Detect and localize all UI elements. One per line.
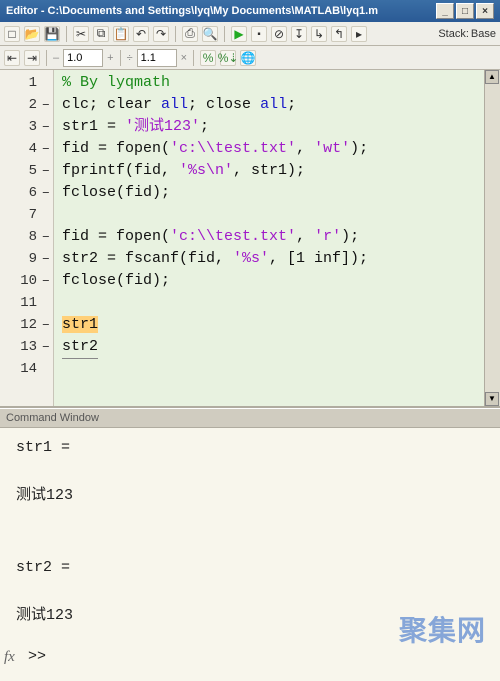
- code-line: str2 = fscanf(fid, '%s', [1 inf]);: [62, 248, 476, 270]
- close-icon[interactable]: ×: [476, 3, 494, 19]
- title-bar: Editor - C:\Documents and Settings\lyq\M…: [0, 0, 500, 22]
- line-number[interactable]: 13: [0, 336, 53, 358]
- run-icon[interactable]: ▶: [231, 26, 247, 42]
- output-line: [16, 508, 484, 532]
- code-line: clc; clear all; close all;: [62, 94, 476, 116]
- step-in-icon[interactable]: ↳: [311, 26, 327, 42]
- line-number[interactable]: 4: [0, 138, 53, 160]
- separator: [66, 26, 67, 42]
- highlighted-token: str1: [62, 316, 98, 333]
- separator: [46, 50, 47, 66]
- line-number[interactable]: 2: [0, 94, 53, 116]
- decrement-icon[interactable]: –: [53, 52, 59, 64]
- command-window-title: Command Window: [0, 408, 500, 428]
- breakpoint-clear-icon[interactable]: ⊘: [271, 26, 287, 42]
- line-number[interactable]: 10: [0, 270, 53, 292]
- copy-icon[interactable]: ⧉: [93, 26, 109, 42]
- print-icon[interactable]: ⎙: [182, 26, 198, 42]
- output-line: [16, 532, 484, 556]
- increment-field-2[interactable]: [137, 49, 177, 67]
- indent-right-icon[interactable]: ⇥: [24, 50, 40, 66]
- separator: [120, 50, 121, 66]
- stack-selector[interactable]: Stack: Base: [438, 28, 496, 40]
- line-number-gutter: 1 2 3 4 5 6 7 8 9 10 11 12 13 14: [0, 70, 54, 406]
- code-line: str1 = '测试123';: [62, 116, 476, 138]
- command-window[interactable]: str1 = 测试123 str2 = 测试123 聚集网 fx >>: [0, 428, 500, 681]
- new-file-icon[interactable]: □: [4, 26, 20, 42]
- prompt-symbol: >>: [28, 645, 46, 669]
- multiply-icon[interactable]: ×: [181, 52, 187, 64]
- output-line: 测试123: [16, 604, 484, 628]
- line-number[interactable]: 9: [0, 248, 53, 270]
- stack-label: Stack:: [438, 28, 469, 40]
- divide-icon[interactable]: ÷: [127, 52, 133, 64]
- output-line: 测试123: [16, 484, 484, 508]
- line-number[interactable]: 11: [0, 292, 53, 314]
- code-line: [62, 204, 476, 226]
- continue-icon[interactable]: ▸: [351, 26, 367, 42]
- increment-field-1[interactable]: [63, 49, 103, 67]
- separator: [175, 26, 176, 42]
- window-controls: _ □ ×: [436, 3, 494, 19]
- stack-value: Base: [471, 28, 496, 40]
- code-line: fid = fopen('c:\\test.txt', 'wt');: [62, 138, 476, 160]
- paste-icon[interactable]: 📋: [113, 26, 129, 42]
- scroll-down-icon[interactable]: ▼: [485, 392, 499, 406]
- code-line: [62, 292, 476, 314]
- code-line: fid = fopen('c:\\test.txt', 'r');: [62, 226, 476, 248]
- line-number[interactable]: 3: [0, 116, 53, 138]
- separator: [224, 26, 225, 42]
- minimize-icon[interactable]: _: [436, 3, 454, 19]
- step-icon[interactable]: ↧: [291, 26, 307, 42]
- step-out-icon[interactable]: ↰: [331, 26, 347, 42]
- code-line: fclose(fid);: [62, 182, 476, 204]
- eval-advance-icon[interactable]: %⇣: [220, 50, 236, 66]
- separator: [193, 50, 194, 66]
- line-number[interactable]: 1: [0, 72, 53, 94]
- vertical-scrollbar[interactable]: ▲ ▼: [484, 70, 500, 406]
- window-title: Editor - C:\Documents and Settings\lyq\M…: [6, 5, 378, 17]
- editor-pane: 1 2 3 4 5 6 7 8 9 10 11 12 13 14 % By ly…: [0, 70, 500, 408]
- prompt-row[interactable]: fx >>: [4, 645, 492, 669]
- save-file-icon[interactable]: 💾: [44, 26, 60, 42]
- output-line: str1 =: [16, 436, 484, 460]
- open-file-icon[interactable]: 📂: [24, 26, 40, 42]
- code-area[interactable]: % By lyqmath clc; clear all; close all; …: [54, 70, 484, 406]
- increment-icon[interactable]: +: [107, 52, 113, 64]
- undo-icon[interactable]: ↶: [133, 26, 149, 42]
- cut-icon[interactable]: ✂: [73, 26, 89, 42]
- toolbar-cell: ⇤ ⇥ – + ÷ × % %⇣ 🌐: [0, 46, 500, 70]
- output-line: [16, 460, 484, 484]
- code-line: fprintf(fid, '%s\n', str1);: [62, 160, 476, 182]
- code-line: str1: [62, 314, 476, 336]
- breakpoint-toggle-icon[interactable]: ⬝: [251, 26, 267, 42]
- output-line: [16, 580, 484, 604]
- toolbar-main: □ 📂 💾 ✂ ⧉ 📋 ↶ ↷ ⎙ 🔍 ▶ ⬝ ⊘ ↧ ↳ ↰ ▸ Stack:…: [0, 22, 500, 46]
- fx-icon[interactable]: fx: [4, 645, 22, 669]
- line-number[interactable]: 6: [0, 182, 53, 204]
- line-number[interactable]: 5: [0, 160, 53, 182]
- indent-left-icon[interactable]: ⇤: [4, 50, 20, 66]
- code-line: str2: [62, 336, 476, 358]
- line-number[interactable]: 14: [0, 358, 53, 380]
- scroll-up-icon[interactable]: ▲: [485, 70, 499, 84]
- redo-icon[interactable]: ↷: [153, 26, 169, 42]
- line-number[interactable]: 7: [0, 204, 53, 226]
- maximize-icon[interactable]: □: [456, 3, 474, 19]
- publish-icon[interactable]: 🌐: [240, 50, 256, 66]
- code-line: fclose(fid);: [62, 270, 476, 292]
- code-line: % By lyqmath: [62, 72, 476, 94]
- line-number[interactable]: 8: [0, 226, 53, 248]
- output-line: str2 =: [16, 556, 484, 580]
- line-number[interactable]: 12: [0, 314, 53, 336]
- eval-cell-icon[interactable]: %: [200, 50, 216, 66]
- find-icon[interactable]: 🔍: [202, 26, 218, 42]
